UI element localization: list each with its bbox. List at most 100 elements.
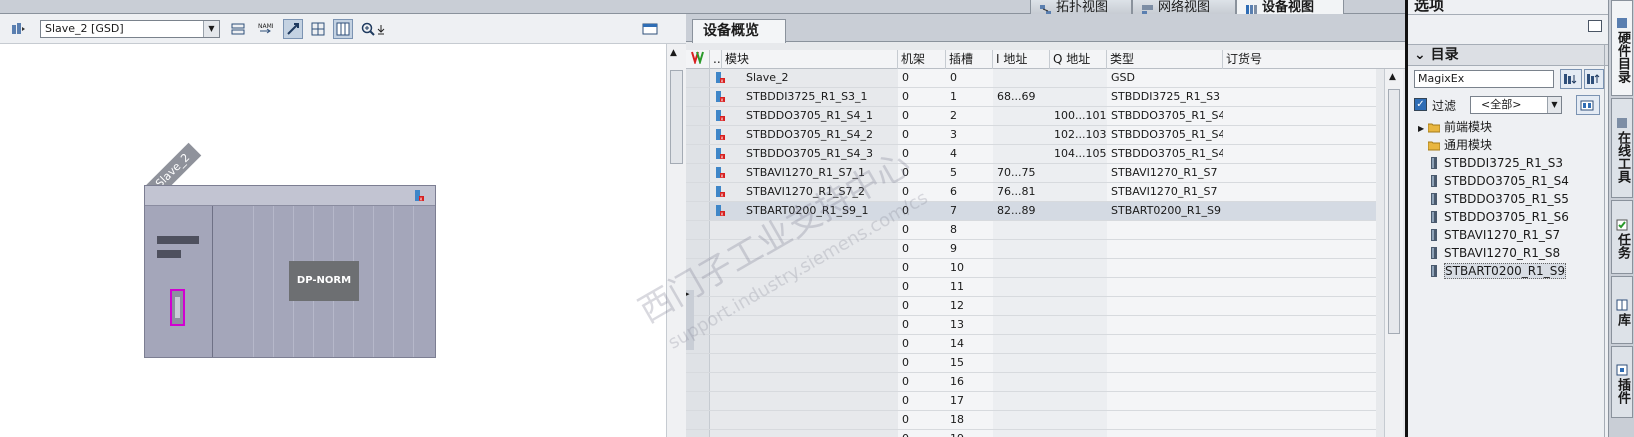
- row-header[interactable]: [686, 69, 710, 87]
- cell-type[interactable]: [1107, 354, 1223, 372]
- cell-q-address[interactable]: [1050, 69, 1107, 87]
- scroll-up-icon[interactable]: ▲: [670, 48, 677, 58]
- search-down-button[interactable]: [1560, 69, 1582, 89]
- cell-i-address[interactable]: [993, 259, 1050, 277]
- grid-button[interactable]: [308, 19, 328, 39]
- cell-slot[interactable]: 4: [946, 145, 993, 163]
- cell-slot[interactable]: 15: [946, 354, 993, 372]
- cell-slot[interactable]: 19: [946, 430, 993, 437]
- table-row[interactable]: x STBDDO3705_R1_S4_3 0 4 104...105 STBDDO3705…: [686, 145, 1376, 164]
- cell-rack[interactable]: 0: [898, 164, 946, 182]
- cell-type[interactable]: STBART0200_R1_S9: [1107, 202, 1223, 220]
- cell-q-address[interactable]: [1050, 430, 1107, 437]
- cell-rack[interactable]: 0: [898, 392, 946, 410]
- device-canvas[interactable]: Slave_2 x DP-NORM: [4, 44, 664, 437]
- catalog-search-input[interactable]: MagixEx: [1414, 70, 1554, 88]
- cell-i-address[interactable]: [993, 411, 1050, 429]
- search-up-button[interactable]: [1584, 69, 1604, 89]
- cell-q-address[interactable]: [1050, 164, 1107, 182]
- cell-q-address[interactable]: [1050, 335, 1107, 353]
- cell-order-number[interactable]: [1223, 164, 1376, 182]
- cell-i-address[interactable]: [993, 354, 1050, 372]
- cell-q-address[interactable]: [1050, 240, 1107, 258]
- cell-q-address[interactable]: 100...101: [1050, 107, 1107, 125]
- overview-toggle-button[interactable]: [640, 19, 660, 39]
- cell-module[interactable]: STBDDO3705_R1_S4_2: [722, 126, 898, 144]
- cell-order-number[interactable]: [1223, 126, 1376, 144]
- cell-order-number[interactable]: [1223, 69, 1376, 87]
- cell-i-address[interactable]: [993, 278, 1050, 296]
- cell-q-address[interactable]: [1050, 221, 1107, 239]
- table-row[interactable]: x STBDDI3725_R1_S3_1 0 1 68...69 STBDDI3725_R…: [686, 88, 1376, 107]
- cell-i-address[interactable]: [993, 392, 1050, 410]
- cell-module[interactable]: [722, 297, 898, 315]
- catalog-module-item[interactable]: STBDDI3725_R1_S3: [1418, 154, 1563, 172]
- cell-slot[interactable]: 5: [946, 164, 993, 182]
- table-row[interactable]: 0 18: [686, 411, 1376, 430]
- catalog-module-item[interactable]: STBART0200_R1_S9: [1418, 262, 1566, 280]
- catalog-profile-button[interactable]: [1576, 95, 1600, 115]
- cell-rack[interactable]: 0: [898, 259, 946, 277]
- cell-module[interactable]: STBDDI3725_R1_S3_1: [722, 88, 898, 106]
- cell-slot[interactable]: 0: [946, 69, 993, 87]
- tab-device-overview[interactable]: 设备概览: [692, 19, 786, 43]
- cell-order-number[interactable]: [1223, 278, 1376, 296]
- tab-plugins[interactable]: 插件: [1611, 346, 1633, 418]
- column-header[interactable]: ...: [710, 50, 722, 69]
- cell-q-address[interactable]: [1050, 297, 1107, 315]
- cell-type[interactable]: STBAVI1270_R1_S7: [1107, 164, 1223, 182]
- table-row[interactable]: x STBAVI1270_R1_S7_2 0 6 76...81 STBAVI1270_R…: [686, 183, 1376, 202]
- cell-rack[interactable]: 0: [898, 202, 946, 220]
- cell-type[interactable]: [1107, 259, 1223, 277]
- table-row[interactable]: 0 14: [686, 335, 1376, 354]
- cell-order-number[interactable]: [1223, 316, 1376, 334]
- rack-slot-0[interactable]: [145, 206, 213, 357]
- table-row[interactable]: x STBDDO3705_R1_S4_1 0 2 100...101 STBDDO3705…: [686, 107, 1376, 126]
- filter-select[interactable]: <全部> ▼: [1470, 96, 1562, 114]
- table-row[interactable]: 019: [686, 430, 1376, 437]
- cell-module[interactable]: [722, 278, 898, 296]
- table-row[interactable]: x Slave_2 0 0 GSD: [686, 69, 1376, 88]
- minimize-pane-button[interactable]: [1588, 20, 1602, 32]
- row-header[interactable]: [686, 107, 710, 125]
- cell-type[interactable]: [1107, 373, 1223, 391]
- cell-i-address[interactable]: [993, 240, 1050, 258]
- tab-topology-view[interactable]: 拓扑视图: [1030, 0, 1132, 14]
- row-header[interactable]: [686, 259, 710, 277]
- cell-module[interactable]: STBDDO3705_R1_S4_3: [722, 145, 898, 163]
- cell-module[interactable]: [722, 354, 898, 372]
- cell-slot[interactable]: 3: [946, 126, 993, 144]
- table-row[interactable]: x STBDDO3705_R1_S4_2 0 3 102...103 STBDDO3705…: [686, 126, 1376, 145]
- cell-slot[interactable]: 11: [946, 278, 993, 296]
- scroll-up-icon[interactable]: ▲: [1389, 72, 1396, 82]
- cell-q-address[interactable]: [1050, 259, 1107, 277]
- cell-rack[interactable]: 0: [898, 411, 946, 429]
- column-header-i-address[interactable]: I 地址: [993, 50, 1050, 69]
- cell-slot[interactable]: 1: [946, 88, 993, 106]
- cell-order-number[interactable]: [1223, 354, 1376, 372]
- cell-module[interactable]: [722, 259, 898, 277]
- table-view-button[interactable]: [333, 19, 353, 39]
- cell-rack[interactable]: 0: [898, 183, 946, 201]
- cell-q-address[interactable]: 104...105: [1050, 145, 1107, 163]
- cell-order-number[interactable]: [1223, 202, 1376, 220]
- cell-slot[interactable]: 12: [946, 297, 993, 315]
- cell-order-number[interactable]: [1223, 411, 1376, 429]
- cell-q-address[interactable]: [1050, 202, 1107, 220]
- row-header[interactable]: [686, 392, 710, 410]
- cell-order-number[interactable]: [1223, 88, 1376, 106]
- row-header[interactable]: [686, 202, 710, 220]
- table-row[interactable]: x STBART0200_R1_S9_1 0 7 82...89 STBART0200_R…: [686, 202, 1376, 221]
- cell-module[interactable]: [722, 221, 898, 239]
- drag-tool-button[interactable]: [283, 19, 303, 39]
- column-header-slot[interactable]: 插槽: [946, 50, 993, 69]
- row-header[interactable]: [686, 430, 710, 437]
- cell-type[interactable]: [1107, 316, 1223, 334]
- cell-module[interactable]: [722, 411, 898, 429]
- cell-i-address[interactable]: [993, 297, 1050, 315]
- column-header-order-number[interactable]: 订货号: [1223, 50, 1405, 69]
- cell-i-address[interactable]: [993, 316, 1050, 334]
- cell-order-number[interactable]: [1223, 183, 1376, 201]
- cell-type[interactable]: STBAVI1270_R1_S7: [1107, 183, 1223, 201]
- cell-order-number[interactable]: [1223, 373, 1376, 391]
